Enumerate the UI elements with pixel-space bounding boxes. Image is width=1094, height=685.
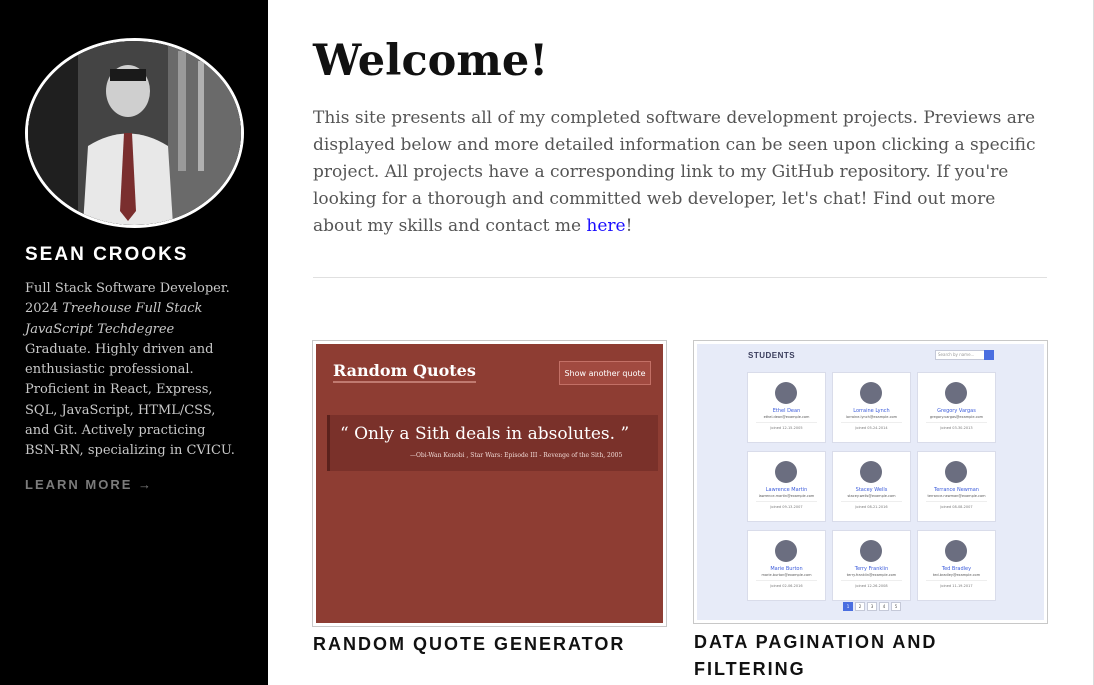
student-card: Terry Franklin terry.franklin@example.com… (832, 530, 911, 601)
preview-quote-box: “ Only a Sith deals in absolutes. ” —Obi… (327, 415, 658, 471)
project-preview-data-pagination[interactable]: STUDENTS Search by name... Ethel Dean eth… (697, 344, 1044, 620)
preview-search-icon (984, 350, 994, 360)
student-avatar (945, 461, 967, 483)
student-avatar (775, 461, 797, 483)
student-name: Terry Franklin (854, 566, 889, 572)
student-avatar (775, 540, 797, 562)
student-card: Terrance Newman terrance.newman@example.c… (917, 451, 996, 522)
student-name: Terrance Newman (934, 487, 979, 493)
divider (756, 422, 817, 423)
divider (841, 422, 902, 423)
intro-text: This site presents all of my completed s… (313, 105, 1043, 240)
developer-name: SEAN CROOKS (25, 244, 189, 265)
student-name: Marie Burton (770, 566, 803, 572)
preview-pagination: 1 2 3 4 5 (843, 602, 901, 611)
student-card: Marie Burton marie.burton@example.com Join… (747, 530, 826, 601)
student-email: terry.franklin@example.com (846, 573, 897, 577)
preview-search-input: Search by name... (935, 350, 989, 360)
divider (926, 501, 987, 502)
learn-more-link[interactable]: LEARN MORE → (25, 477, 153, 492)
student-joined: Joined 02-06-2016 (770, 584, 803, 588)
student-avatar (945, 540, 967, 562)
page-button: 4 (879, 602, 889, 611)
student-email: lawrence.martin@example.com (758, 494, 815, 498)
student-email: ethel.dean@example.com (763, 415, 810, 419)
project-title-data-pagination[interactable]: DATA PAGINATION AND FILTERING (694, 629, 994, 683)
student-card: Stacey Wells stacey.wells@example.com Join… (832, 451, 911, 522)
project-title-random-quote[interactable]: RANDOM QUOTE GENERATOR (313, 631, 625, 658)
student-email: marie.burton@example.com (761, 573, 812, 577)
student-card: Gregory Vargas gregory.vargas@example.com… (917, 372, 996, 443)
divider (926, 422, 987, 423)
preview-heading: STUDENTS (748, 351, 796, 360)
student-email: stacey.wells@example.com (847, 494, 896, 498)
student-card: Ted Bradley ted.bradley@example.com Joined… (917, 530, 996, 601)
student-name: Ted Bradley (941, 566, 972, 572)
page-button: 5 (891, 602, 901, 611)
divider (313, 277, 1047, 278)
page-button: 2 (855, 602, 865, 611)
preview-heading: Random Quotes (333, 361, 476, 383)
divider (841, 580, 902, 581)
divider (756, 501, 817, 502)
student-name: Ethel Dean (772, 408, 801, 414)
intro-body: This site presents all of my completed s… (313, 108, 1036, 236)
preview-quote: “ Only a Sith deals in absolutes. ” (340, 424, 630, 444)
project-preview-random-quote[interactable]: Random Quotes Show another quote “ Only … (316, 344, 663, 623)
student-email: ted.bradley@example.com (932, 573, 981, 577)
project-card-random-quote[interactable]: Random Quotes Show another quote “ Only … (312, 340, 667, 627)
sidebar: SEAN CROOKS Full Stack Software Develope… (0, 0, 268, 685)
student-avatar (860, 382, 882, 404)
student-avatar (860, 540, 882, 562)
divider (756, 580, 817, 581)
student-joined: Joined 03-30-2013 (940, 426, 973, 430)
student-email: terrance.newman@example.com (927, 494, 986, 498)
page-button: 1 (843, 602, 853, 611)
student-joined: Joined 08-21-2016 (855, 505, 888, 509)
profile-photo (28, 41, 241, 225)
page-button: 3 (867, 602, 877, 611)
bio: Full Stack Software Developer. 2024 Tree… (25, 279, 240, 462)
page-title: Welcome! (313, 36, 549, 86)
student-joined: Joined 05-24-2014 (855, 426, 888, 430)
student-name: Gregory Vargas (937, 408, 976, 414)
student-avatar (860, 461, 882, 483)
student-name: Lorraine Lynch (853, 408, 890, 414)
preview-show-quote-button: Show another quote (559, 361, 651, 385)
student-joined: Joined 09-13-2007 (770, 505, 803, 509)
intro-end: ! (625, 216, 633, 236)
preview-citation: —Obi-Wan Kenobi , Star Wars: Episode III… (410, 452, 623, 459)
student-card: Ethel Dean ethel.dean@example.com Joined 1… (747, 372, 826, 443)
divider (926, 580, 987, 581)
contact-link[interactable]: here (586, 216, 625, 236)
student-email: gregory.vargas@example.com (929, 415, 984, 419)
student-avatar (945, 382, 967, 404)
student-card: Lawrence Martin lawrence.martin@example.c… (747, 451, 826, 522)
student-joined: Joined 08-08-2007 (940, 505, 973, 509)
student-joined: Joined 11-19-2017 (940, 584, 973, 588)
bio-text-2: Graduate. Highly driven and enthusiastic… (25, 341, 235, 459)
student-card: Lorraine Lynch lorraine.lynch@example.com… (832, 372, 911, 443)
main-content: Welcome! This site presents all of my co… (268, 0, 1094, 685)
student-joined: Joined 12-15-2005 (770, 426, 803, 430)
avatar (25, 38, 244, 228)
student-joined: Joined 12-26-2008 (855, 584, 888, 588)
student-name: Lawrence Martin (765, 487, 808, 493)
divider (841, 501, 902, 502)
preview-student-grid: Ethel Dean ethel.dean@example.com Joined 1… (747, 372, 996, 601)
student-name: Stacey Wells (855, 487, 888, 493)
student-avatar (775, 382, 797, 404)
project-card-data-pagination[interactable]: STUDENTS Search by name... Ethel Dean eth… (693, 340, 1048, 624)
student-email: lorraine.lynch@example.com (845, 415, 898, 419)
